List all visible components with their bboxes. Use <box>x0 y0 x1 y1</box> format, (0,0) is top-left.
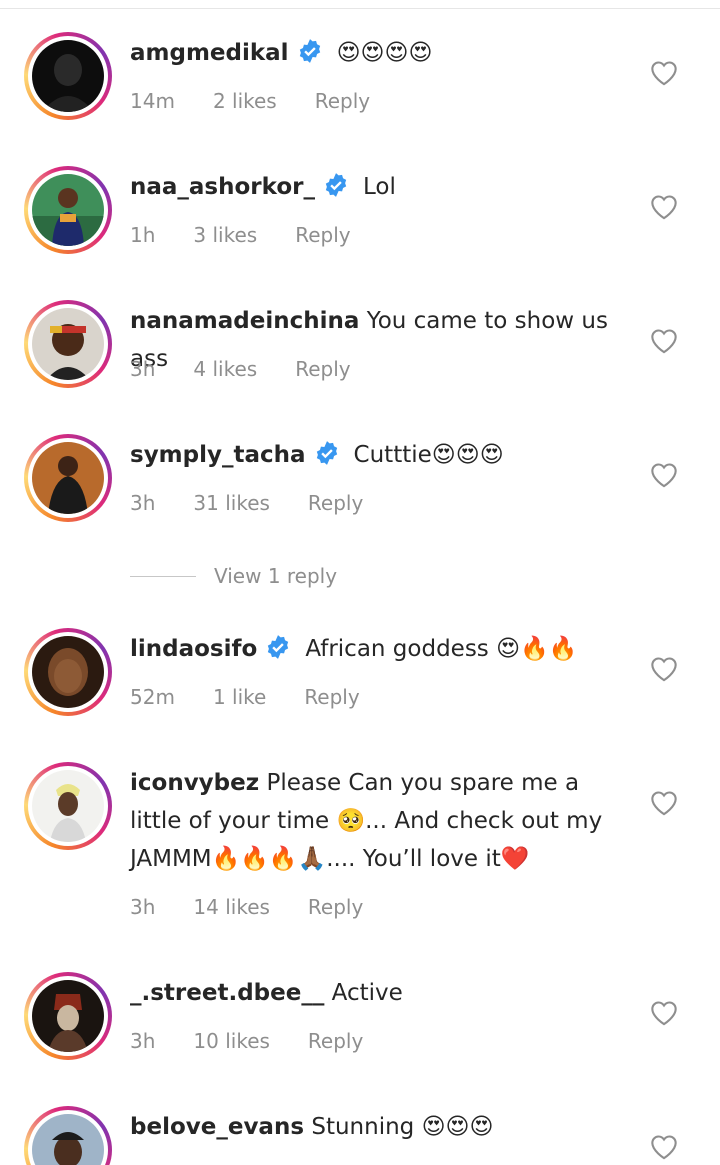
comment-body: Cutttie😍😍😍 <box>353 442 504 468</box>
story-ring[interactable] <box>24 762 112 850</box>
comment-time: 14m <box>130 89 175 113</box>
verified-badge-icon <box>268 635 289 659</box>
comment-text: lindaosifo African goddess 😍🔥🔥 <box>130 630 630 668</box>
comment-meta: 14m 2 likes Reply <box>130 89 370 113</box>
comment-meta: 3h 31 likes Reply <box>130 491 363 515</box>
comment-likes[interactable]: 3 likes <box>193 223 257 247</box>
story-ring[interactable] <box>24 628 112 716</box>
comment-body: African goddess 😍🔥🔥 <box>305 636 578 662</box>
comment-body: Stunning 😍😍😍 <box>311 1114 494 1140</box>
comment-meta: 3h 14 likes Reply <box>130 895 363 919</box>
like-heart-icon[interactable] <box>650 328 678 354</box>
avatar[interactable] <box>32 442 104 514</box>
comment-text: _.street.dbee__ Active <box>130 974 630 1012</box>
comment-username[interactable]: nanamadeinchina <box>130 308 359 334</box>
avatar[interactable] <box>32 636 104 708</box>
verified-badge-icon <box>325 173 347 197</box>
like-heart-icon[interactable] <box>650 790 678 816</box>
comment-username[interactable]: belove_evans <box>130 1114 304 1140</box>
reply-button[interactable]: Reply <box>308 491 363 515</box>
avatar[interactable] <box>32 980 104 1052</box>
reply-button[interactable]: Reply <box>315 89 370 113</box>
comment-text: iconvybez Please Can you spare me a litt… <box>130 764 630 878</box>
reply-button[interactable]: Reply <box>304 685 359 709</box>
top-divider <box>0 8 720 9</box>
story-ring[interactable] <box>24 972 112 1060</box>
comment-text: belove_evans Stunning 😍😍😍 <box>130 1108 630 1146</box>
comment-likes[interactable]: 4 likes <box>193 357 257 381</box>
comment-time: 1h <box>130 223 156 247</box>
comment-meta: 52m 1 like Reply <box>130 685 360 709</box>
comment-meta: 1h 3 likes Reply <box>130 223 351 247</box>
comment-username[interactable]: naa_ashorkor_ <box>130 174 315 200</box>
comment-likes[interactable]: 14 likes <box>193 895 270 919</box>
like-heart-icon[interactable] <box>650 1134 678 1160</box>
like-heart-icon[interactable] <box>650 60 678 86</box>
avatar[interactable] <box>32 308 104 380</box>
comment-time: 3h <box>130 357 156 381</box>
comment-body: 😍😍😍😍 <box>336 40 433 66</box>
comment-username[interactable]: symply_tacha <box>130 442 306 468</box>
comment-body: Lol <box>362 174 396 200</box>
view-replies-button[interactable]: View 1 reply <box>130 562 337 590</box>
avatar[interactable] <box>32 174 104 246</box>
comment-username[interactable]: amgmedikal <box>130 40 289 66</box>
reply-button[interactable]: Reply <box>295 223 350 247</box>
verified-badge-icon <box>316 441 337 465</box>
comment-body: Active <box>331 980 403 1006</box>
comment-username[interactable]: _.street.dbee__ <box>130 980 324 1006</box>
comment-text: naa_ashorkor_ Lol <box>130 168 630 206</box>
comment-likes[interactable]: 2 likes <box>213 89 277 113</box>
comment-meta: 3h 4 likes Reply <box>130 357 351 381</box>
story-ring[interactable] <box>24 166 112 254</box>
comment-time: 3h <box>130 895 156 919</box>
avatar[interactable] <box>32 770 104 842</box>
like-heart-icon[interactable] <box>650 656 678 682</box>
verified-badge-icon <box>299 39 320 63</box>
divider-line <box>130 575 196 577</box>
like-heart-icon[interactable] <box>650 1000 678 1026</box>
comment-meta: 3h 10 likes Reply <box>130 1029 363 1053</box>
comment-time: 3h <box>130 491 156 515</box>
comment-text: amgmedikal 😍😍😍😍 <box>130 34 630 72</box>
story-ring[interactable] <box>24 1106 112 1165</box>
comment-likes[interactable]: 1 like <box>213 685 266 709</box>
comment-likes[interactable]: 31 likes <box>193 491 270 515</box>
like-heart-icon[interactable] <box>650 194 678 220</box>
avatar[interactable] <box>32 40 104 112</box>
story-ring[interactable] <box>24 300 112 388</box>
comment-time: 52m <box>130 685 175 709</box>
comment-username[interactable]: iconvybez <box>130 770 259 796</box>
avatar[interactable] <box>32 1114 104 1165</box>
like-heart-icon[interactable] <box>650 462 678 488</box>
comment-likes[interactable]: 10 likes <box>193 1029 270 1053</box>
reply-button[interactable]: Reply <box>295 357 350 381</box>
comment-text: symply_tacha Cutttie😍😍😍 <box>130 436 630 474</box>
story-ring[interactable] <box>24 434 112 522</box>
view-replies-label[interactable]: View 1 reply <box>214 564 337 588</box>
story-ring[interactable] <box>24 32 112 120</box>
comment-username[interactable]: lindaosifo <box>130 636 257 662</box>
reply-button[interactable]: Reply <box>308 895 363 919</box>
reply-button[interactable]: Reply <box>308 1029 363 1053</box>
comment-time: 3h <box>130 1029 156 1053</box>
